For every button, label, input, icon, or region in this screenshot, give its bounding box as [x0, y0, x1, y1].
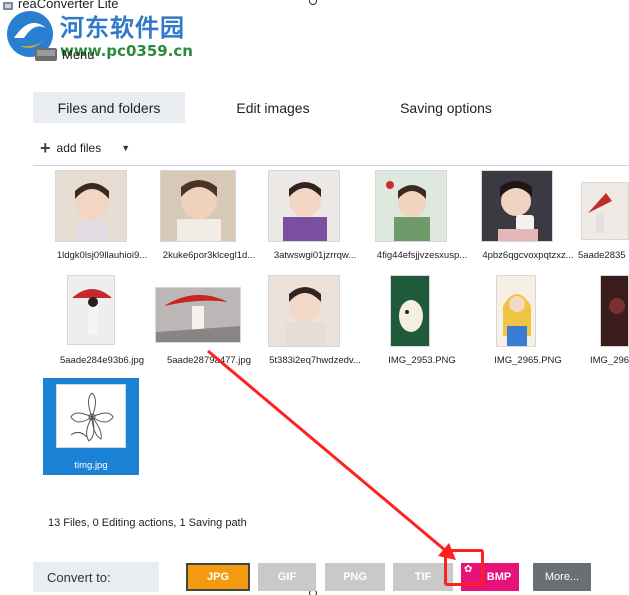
file-thumbnail[interactable]: 3atwswgi01jzrrqw... [261, 170, 367, 265]
file-name: 5t383i2eq7hwdzedv... [269, 355, 361, 366]
file-thumbnail[interactable]: 5aade2835 [578, 170, 629, 265]
menu-label: Menu [62, 46, 95, 62]
file-thumbnail-selected[interactable]: timg.jpg [43, 378, 139, 475]
file-name: IMG_2965.PNG [494, 355, 562, 366]
toolbar-divider [33, 165, 629, 166]
thumbnail-image [67, 275, 115, 345]
file-name: 5aade284e93b6.jpg [59, 355, 144, 366]
thumbnail-image [496, 275, 536, 347]
thumbnail-image [56, 384, 126, 448]
format-tif-button[interactable]: TIF [393, 563, 453, 591]
file-name: 4fig44efsjjvzesxusp... [376, 250, 468, 261]
file-name: 5aade2879a477.jpg [166, 355, 251, 366]
menu-icon [35, 48, 57, 61]
thumbnail-image [55, 170, 127, 242]
file-thumbnail[interactable]: IMG_2965.PNG [474, 275, 580, 370]
tab-edit-images[interactable]: Edit images [197, 92, 349, 123]
format-jpg-button[interactable]: JPG [186, 563, 250, 591]
chevron-down-icon[interactable]: ▼ [121, 143, 130, 153]
file-thumbnail[interactable]: 5aade2879a477.jpg [155, 275, 261, 370]
tab-files-and-folders[interactable]: Files and folders [33, 92, 185, 123]
thumbnail-image [268, 170, 340, 242]
thumbnail-image [600, 275, 629, 347]
file-thumbnail[interactable]: 1ldgk0lsj09llauhioi9... [48, 170, 154, 265]
add-files-label: add files [56, 141, 102, 155]
add-files-button[interactable]: + add files ▼ [40, 138, 130, 158]
thumbnail-image [160, 170, 236, 242]
file-thumbnail[interactable]: 4fig44efsjjvzesxusp... [368, 170, 474, 265]
thumbnail-image [390, 275, 430, 347]
plus-icon: + [40, 138, 51, 158]
watermark-site-name: 河东软件园 [60, 14, 185, 42]
file-name: IMG_2953.PNG [388, 355, 456, 366]
gear-icon[interactable]: ✿ [464, 564, 472, 575]
thumbnail-image [155, 287, 241, 343]
file-name: IMG_296 [590, 355, 629, 366]
thumbnail-image [375, 170, 447, 242]
format-gif-button[interactable]: GIF [258, 563, 316, 591]
file-name: 5aade2835 [578, 250, 626, 261]
file-name: 2kuke6por3klcegl1d... [162, 250, 256, 261]
file-name: timg.jpg [74, 460, 108, 471]
tab-bar: Files and folders Edit images Saving opt… [33, 92, 543, 123]
more-formats-button[interactable]: More... [533, 563, 591, 591]
status-summary: 13 Files, 0 Editing actions, 1 Saving pa… [48, 517, 247, 529]
file-name: 1ldgk0lsj09llauhioi9... [56, 250, 148, 261]
thumbnail-image [581, 182, 629, 240]
convert-to-label: Convert to: [33, 562, 159, 592]
file-name: 4pbz6qgcvoxpqtzxz... [482, 250, 574, 261]
tab-saving-options[interactable]: Saving options [361, 92, 531, 123]
format-png-button[interactable]: PNG [325, 563, 385, 591]
file-name: 3atwswgi01jzrrqw... [273, 250, 357, 261]
file-thumbnail[interactable]: 5aade284e93b6.jpg [48, 275, 154, 370]
thumbnail-image [268, 275, 340, 347]
file-thumbnail[interactable]: IMG_296 [582, 275, 629, 370]
thumbnail-image [481, 170, 553, 242]
format-bmp-label: BMP [486, 571, 512, 583]
file-thumbnail[interactable]: 2kuke6por3klcegl1d... [155, 170, 261, 265]
file-thumbnail[interactable]: 5t383i2eq7hwdzedv... [261, 275, 367, 370]
menu-button[interactable]: Menu [34, 42, 95, 66]
file-thumbnail[interactable]: IMG_2953.PNG [368, 275, 474, 370]
file-thumbnail[interactable]: 4pbz6qgcvoxpqtzxz... [474, 170, 580, 265]
